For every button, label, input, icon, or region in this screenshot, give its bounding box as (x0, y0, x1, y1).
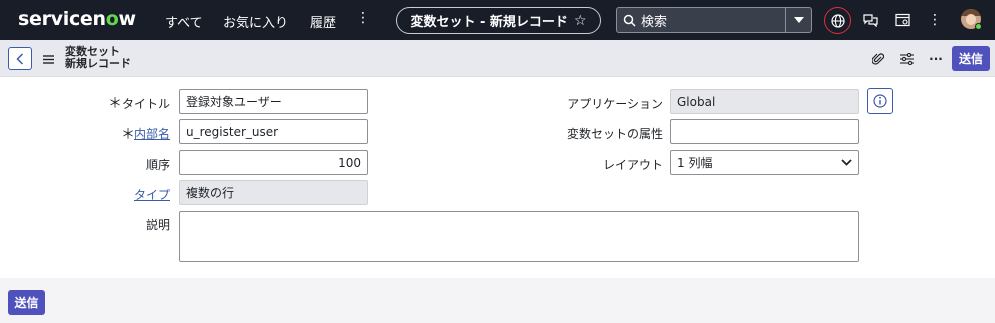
description-label: 説明 (145, 218, 170, 232)
form-title: 変数セット 新規レコード (65, 46, 131, 70)
help-panel-icon[interactable] (894, 12, 910, 28)
internal-name-field[interactable]: u_register_user (179, 119, 368, 144)
favorite-star-icon[interactable]: ☆ (574, 13, 587, 29)
nav-favorites[interactable]: お気に入り (223, 12, 288, 31)
logo-text-start: servicen (18, 8, 106, 30)
order-field[interactable]: 100 (179, 150, 368, 175)
record-context-label: 変数セット - 新規レコード (410, 15, 568, 30)
top-navigation-bar: servicenow すべて お気に入り 履歴 ⋮ 変数セット - 新規レコード… (0, 0, 995, 40)
language-globe-button[interactable] (824, 7, 851, 34)
title-field[interactable]: 登録対象ユーザー (179, 89, 368, 114)
type-field: 複数の行 (179, 180, 368, 205)
search-scope-dropdown[interactable] (785, 8, 811, 32)
layout-selected-value: 1 列幅 (677, 156, 713, 170)
application-label: アプリケーション (567, 97, 663, 111)
logo-text-o: o (105, 8, 119, 30)
logo-text-end: w (118, 8, 137, 30)
back-button[interactable] (8, 47, 32, 70)
type-label-link[interactable]: タイプ (134, 186, 170, 203)
required-marker-internal-name: ＊ (121, 127, 135, 143)
submit-button-footer[interactable]: 送信 (8, 290, 45, 315)
globe-icon (830, 13, 845, 28)
layout-select[interactable]: 1 列幅 (670, 150, 859, 175)
attributes-label: 変数セットの属性 (566, 127, 663, 141)
submit-button-header[interactable]: 送信 (952, 46, 990, 71)
attachment-icon[interactable] (870, 51, 886, 67)
personalize-form-icon[interactable] (899, 51, 915, 67)
chevron-left-icon (16, 52, 24, 65)
search-icon (617, 14, 641, 27)
form-header: 変数セット 新規レコード ··· 送信 (0, 40, 995, 77)
presence-status-dot (975, 23, 982, 30)
order-label: 順序 (145, 158, 170, 172)
chevron-down-icon (793, 17, 804, 23)
user-menu-more-icon[interactable]: ⋮ (927, 12, 943, 28)
form-body: ＊ タイトル 登録対象ユーザー ＊ 内部名 u_register_user 順序… (0, 77, 995, 278)
layout-label: レイアウト (602, 158, 663, 172)
nav-all[interactable]: すべて (165, 12, 203, 31)
form-title-record: 新規レコード (65, 57, 131, 70)
chevron-down-icon (841, 159, 852, 166)
info-icon (873, 94, 887, 108)
global-search[interactable]: 検索 (616, 7, 812, 33)
record-context-pill[interactable]: 変数セット - 新規レコード ☆ (396, 7, 601, 34)
application-field: Global (670, 89, 859, 114)
application-info-button[interactable] (867, 88, 893, 114)
attributes-field[interactable] (670, 119, 859, 144)
nav-more-icon[interactable]: ⋮ (356, 10, 370, 26)
form-menu-icon[interactable] (43, 53, 54, 67)
description-textarea[interactable] (179, 211, 859, 262)
servicenow-logo[interactable]: servicenow (18, 8, 136, 30)
title-label: タイトル (121, 97, 170, 111)
chat-icon[interactable] (862, 12, 878, 28)
search-input[interactable]: 検索 (641, 11, 785, 30)
internal-name-label-link[interactable]: 内部名 (134, 125, 170, 142)
form-more-actions-icon[interactable]: ··· (928, 51, 944, 67)
required-marker-title: ＊ (108, 96, 122, 112)
nav-history[interactable]: 履歴 (310, 12, 336, 31)
